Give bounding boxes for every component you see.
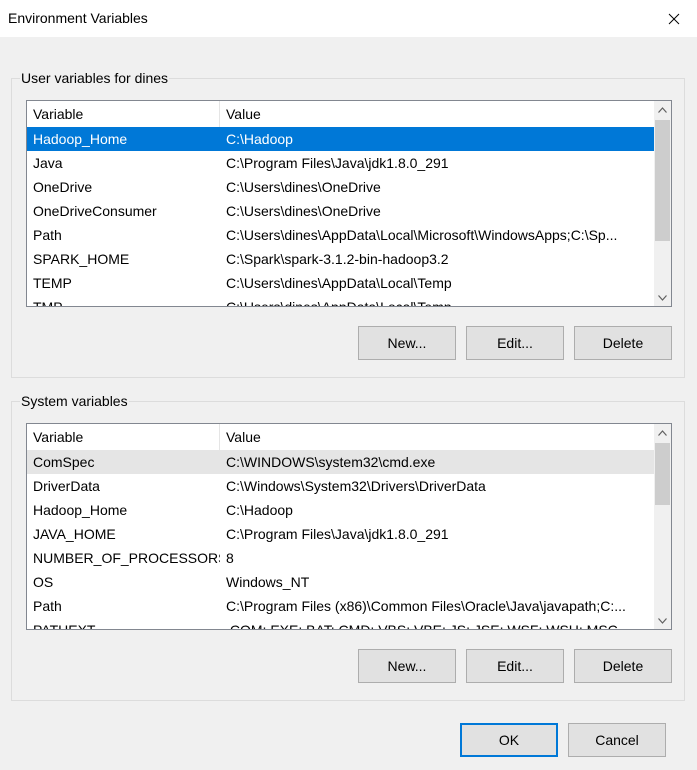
vertical-scrollbar[interactable] [654,424,671,629]
variable-name-cell: Java [33,155,63,171]
table-row[interactable]: PATHEXT.COM;.EXE;.BAT;.CMD;.VBS;.VBE;.JS… [27,618,654,629]
column-header-value[interactable]: Value [220,101,654,127]
column-header-value[interactable]: Value [220,424,654,450]
system-delete-button[interactable]: Delete [574,649,672,683]
user-variables-group: User variables for dines Variable Value … [11,70,685,378]
variable-value-cell: C:\Hadoop [226,502,293,518]
variable-name-cell: Hadoop_Home [33,131,128,147]
chevron-down-icon [658,617,667,624]
table-row[interactable]: Hadoop_Home C:\Hadoop [27,498,654,522]
list-header: Variable Value [27,424,654,450]
table-row[interactable]: Hadoop_Home C:\Hadoop [27,127,654,151]
variable-value-cell: C:\Program Files\Java\jdk1.8.0_291 [226,155,449,171]
chevron-down-icon [658,294,667,301]
table-row[interactable]: DriverData C:\Windows\System32\Drivers\Dr… [27,474,654,498]
title-bar: Environment Variables [0,0,697,37]
variable-value-cell: C:\Spark\spark-3.1.2-bin-hadoop3.2 [226,251,449,267]
variable-value-cell: C:\Users\dines\OneDrive [226,179,381,195]
variable-value-cell: C:\WINDOWS\system32\cmd.exe [226,454,436,470]
variable-value-cell: C:\Users\dines\AppData\Local\Microsoft\W… [226,227,618,243]
table-row[interactable]: Java C:\Program Files\Java\jdk1.8.0_291 [27,151,654,175]
scroll-down-button[interactable] [654,612,671,629]
variable-name-cell: ComSpec [33,454,95,470]
variable-name-cell: Path [33,227,62,243]
system-new-button[interactable]: New... [358,649,456,683]
variable-value-cell: C:\Users\dines\AppData\Local\Temp [220,295,654,306]
table-row[interactable]: OS Windows_NT [27,570,654,594]
column-header-variable[interactable]: Variable [27,424,220,450]
table-row[interactable]: JAVA_HOME C:\Program Files\Java\jdk1.8.0_… [27,522,654,546]
vertical-scrollbar[interactable] [654,101,671,306]
window-title: Environment Variables [8,10,148,26]
variable-name-cell: SPARK_HOME [33,251,130,267]
table-row[interactable]: TMPC:\Users\dines\AppData\Local\Temp [27,295,654,306]
ok-button[interactable]: OK [460,723,558,757]
table-row[interactable]: Path C:\Users\dines\AppData\Local\Microso… [27,223,654,247]
variable-value-cell: C:\Program Files\Java\jdk1.8.0_291 [226,526,449,542]
system-variables-label: System variables [20,393,129,410]
table-row[interactable]: ComSpec C:\WINDOWS\system32\cmd.exe [27,450,654,474]
variable-name-cell: TEMP [33,275,72,291]
close-icon [668,13,680,24]
scroll-down-button[interactable] [654,289,671,306]
table-row[interactable]: OneDrive C:\Users\dines\OneDrive [27,175,654,199]
scrollbar-thumb[interactable] [655,120,670,241]
table-row[interactable]: NUMBER_OF_PROCESSORS 8 [27,546,654,570]
variable-name-cell: OneDrive [33,179,93,195]
table-row[interactable]: Path C:\Program Files (x86)\Common Files\… [27,594,654,618]
chevron-up-icon [658,106,667,113]
variable-name-cell: JAVA_HOME [33,526,116,542]
close-button[interactable] [651,0,697,37]
system-edit-button[interactable]: Edit... [466,649,564,683]
system-variables-rows: ComSpec C:\WINDOWS\system32\cmd.exe Driver… [27,450,654,629]
chevron-up-icon [658,429,667,436]
variable-name-cell: OS [33,574,54,590]
scroll-up-button[interactable] [654,424,671,441]
variable-value-cell: C:\Hadoop [226,131,293,147]
variable-name-cell: DriverData [33,478,100,494]
variable-name-cell: Path [33,598,62,614]
variable-name-cell: Hadoop_Home [33,502,128,518]
variable-value-cell: 8 [226,550,234,566]
variable-value-cell: .COM;.EXE;.BAT;.CMD;.VBS;.VBE;.JS;.JSE;.… [220,618,654,629]
table-row[interactable]: OneDriveConsumer C:\Users\dines\OneDrive [27,199,654,223]
variable-name-cell: OneDriveConsumer [33,203,157,219]
variable-value-cell: Windows_NT [226,574,310,590]
variable-value-cell: C:\Users\dines\OneDrive [226,203,381,219]
variable-value-cell: C:\Program Files (x86)\Common Files\Orac… [226,598,626,614]
scrollbar-thumb[interactable] [655,443,670,505]
user-new-button[interactable]: New... [358,326,456,360]
column-header-variable[interactable]: Variable [27,101,220,127]
cancel-button[interactable]: Cancel [568,723,666,757]
variable-name-cell: NUMBER_OF_PROCESSORS [33,550,220,566]
variable-name-cell: PATHEXT [27,618,220,629]
system-variables-group: System variables Variable Value ComSpec C… [11,393,685,701]
variable-name-cell: TMP [27,295,220,306]
list-header: Variable Value [27,101,654,127]
scroll-up-button[interactable] [654,101,671,118]
variable-value-cell: C:\Windows\System32\Drivers\DriverData [226,478,486,494]
user-delete-button[interactable]: Delete [574,326,672,360]
user-variables-label: User variables for dines [20,70,170,87]
variable-value-cell: C:\Users\dines\AppData\Local\Temp [226,275,452,291]
table-row[interactable]: SPARK_HOME C:\Spark\spark-3.1.2-bin-hadoo… [27,247,654,271]
user-variables-rows: Hadoop_Home C:\Hadoop Java C:\Program Files… [27,127,654,306]
system-variables-list[interactable]: Variable Value ComSpec C:\WINDOWS\system3… [26,423,672,630]
user-variables-list[interactable]: Variable Value Hadoop_Home C:\Hadoop Java C… [26,100,672,307]
table-row[interactable]: TEMP C:\Users\dines\AppData\Local\Temp [27,271,654,295]
user-edit-button[interactable]: Edit... [466,326,564,360]
